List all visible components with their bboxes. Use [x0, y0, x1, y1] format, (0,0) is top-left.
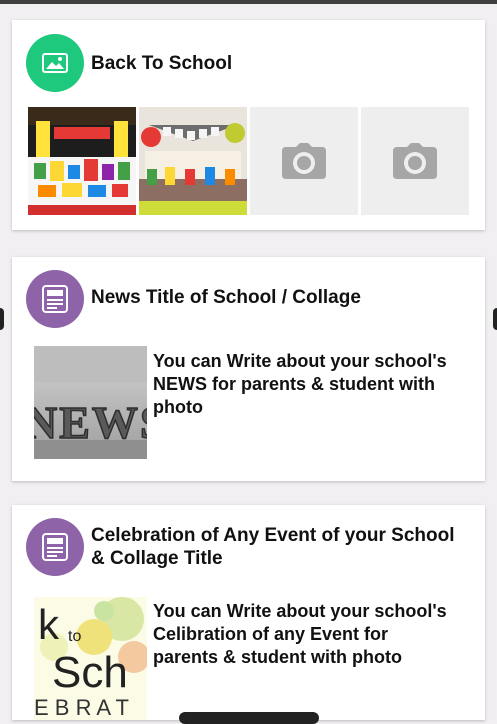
- event-image-text-sch: Sch: [52, 648, 128, 697]
- news-image-text: NEWS: [34, 397, 147, 448]
- news-card[interactable]: News Title of School / Collage NEWS You …: [12, 257, 485, 481]
- home-indicator[interactable]: [179, 712, 319, 724]
- gallery-avatar: [26, 34, 84, 92]
- photo-strip: [28, 107, 469, 215]
- card-title: Back To School: [91, 53, 233, 74]
- right-edge-handle: [493, 308, 497, 330]
- card-title: Celebration of Any Event of your School …: [91, 525, 455, 569]
- image-icon: [42, 53, 68, 73]
- event-description: You can Write about your school's Celibr…: [153, 601, 447, 667]
- gallery-card[interactable]: Back To School: [12, 20, 485, 230]
- event-avatar: [26, 518, 84, 576]
- newspaper-icon: [42, 533, 68, 561]
- camera-icon: [282, 143, 326, 179]
- event-image-text-to: to: [68, 628, 81, 645]
- card-title: News Title of School / Collage: [91, 287, 361, 308]
- event-image[interactable]: k to Sch E B R A T: [34, 597, 147, 720]
- photo-placeholder[interactable]: [361, 107, 469, 215]
- photo-thumbnail[interactable]: [28, 107, 136, 215]
- left-edge-handle: [0, 308, 4, 330]
- camera-icon: [393, 143, 437, 179]
- newspaper-icon: [42, 285, 68, 313]
- news-avatar: [26, 270, 84, 328]
- event-card[interactable]: Celebration of Any Event of your School …: [12, 505, 485, 720]
- news-description: You can Write about your school's NEWS f…: [153, 351, 447, 417]
- photo-thumbnail[interactable]: [139, 107, 247, 215]
- event-image-text-k: k: [38, 601, 60, 648]
- photo-placeholder[interactable]: [250, 107, 358, 215]
- event-image-text-ebrat: E B R A T: [34, 695, 129, 720]
- status-bar-edge: [0, 0, 497, 4]
- news-image[interactable]: NEWS: [34, 346, 147, 459]
